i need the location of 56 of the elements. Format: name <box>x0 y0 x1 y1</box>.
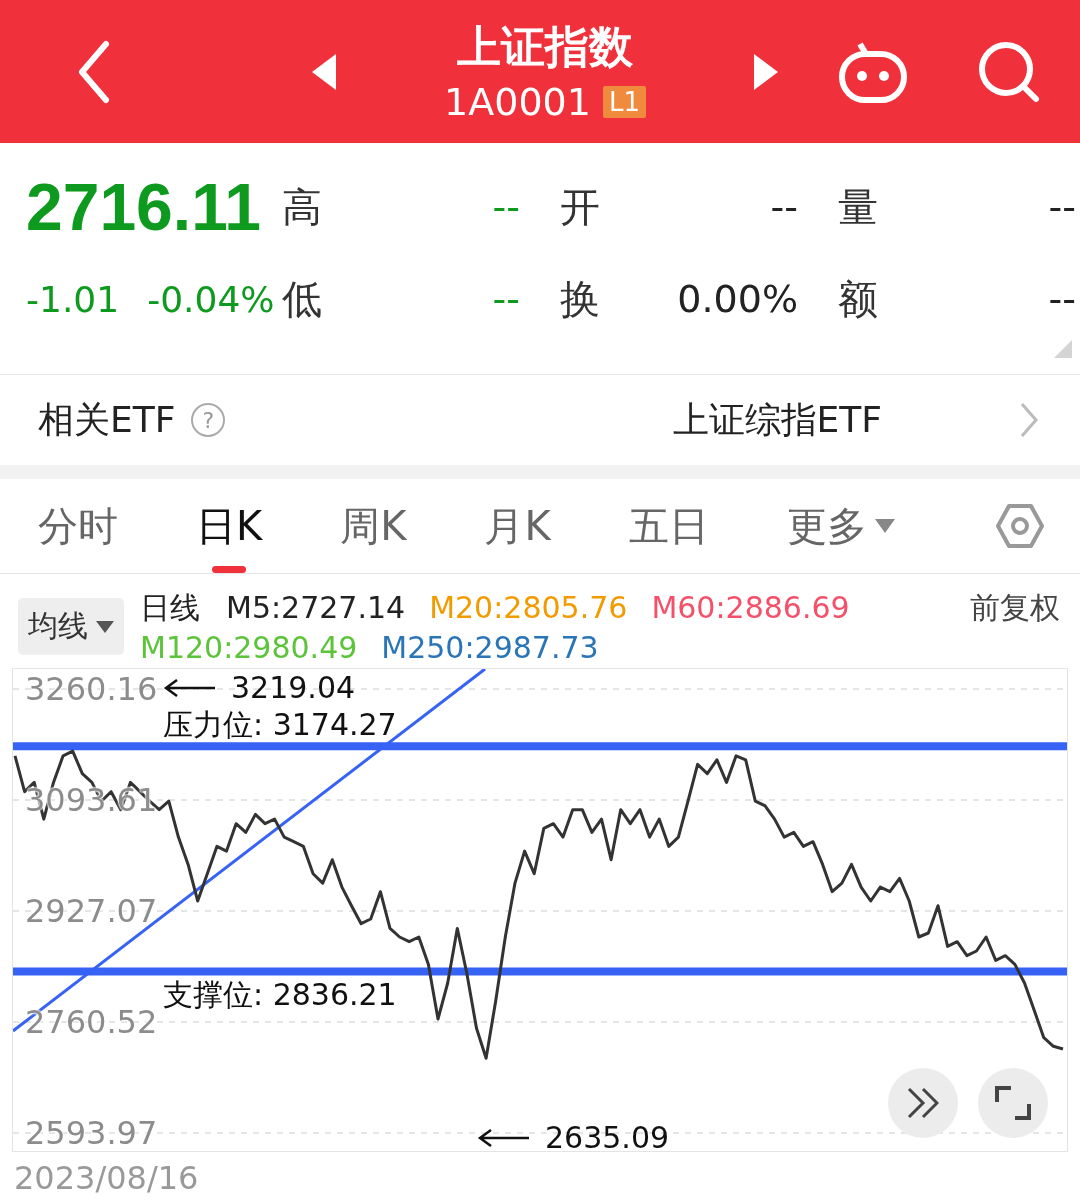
stat-label: 换 <box>560 274 600 324</box>
level-badge: L1 <box>602 85 646 118</box>
stat-label: 量 <box>838 182 878 232</box>
moving-average-value: M250:2987.73 <box>381 629 599 667</box>
stat-value: 0.00% <box>676 277 799 321</box>
double-chevron-icon <box>907 1087 939 1119</box>
last-price: 2716.11 <box>26 169 261 246</box>
moving-average-value: M5:2727.14 <box>226 589 406 627</box>
index-code: 1A0001 <box>444 79 591 124</box>
selected-indicator <box>212 566 247 573</box>
stat-value: -- <box>491 277 521 321</box>
stat-value: -- <box>1047 185 1077 229</box>
resistance-label: 压力位: 3174.27 <box>163 708 397 743</box>
caret-icon <box>96 620 114 633</box>
support-label: 支撑位: 2836.21 <box>163 977 397 1012</box>
period-tab[interactable]: 日K <box>196 479 263 573</box>
related-etf-label: 相关ETF <box>38 397 176 442</box>
line-type-label: 日线 <box>140 589 200 627</box>
arrow-left-icon <box>163 679 217 697</box>
axis-label: 2927.07 <box>25 893 158 929</box>
start-date: 2023/08/16 <box>13 1158 200 1198</box>
axis-label: 3260.16 <box>25 671 158 707</box>
stat-label: 开 <box>560 182 600 232</box>
search-icon[interactable] <box>978 40 1040 103</box>
back-icon[interactable] <box>76 39 112 104</box>
etf-name[interactable]: 上证综指ETF <box>672 395 882 445</box>
axis-label: 2593.97 <box>25 1115 158 1151</box>
period-tab[interactable]: 更多 <box>786 479 895 573</box>
help-icon[interactable]: ? <box>191 403 226 437</box>
stat-label: 高 <box>282 182 322 232</box>
next-icon[interactable] <box>754 53 778 90</box>
period-tab[interactable]: 分时 <box>38 479 118 573</box>
period-tab[interactable]: 五日 <box>628 479 709 573</box>
moving-average-value: M120:2980.49 <box>140 629 358 667</box>
fullscreen-icon <box>995 1086 1031 1120</box>
period-tab[interactable]: 月K <box>484 479 551 573</box>
axis-label: 2760.52 <box>25 1004 158 1040</box>
settings-icon[interactable] <box>996 502 1044 550</box>
stat-label: 额 <box>838 274 878 324</box>
stat-value: -- <box>769 185 799 229</box>
stat-value: -- <box>491 185 521 229</box>
period-tab[interactable]: 周K <box>340 479 407 573</box>
price-change: -1.01 <box>26 278 120 320</box>
stat-label: 低 <box>282 274 322 324</box>
adjustment-label[interactable]: 前复权 <box>970 588 1060 628</box>
previous-icon[interactable] <box>312 53 336 90</box>
high-price-marker: 3219.04 <box>231 671 356 705</box>
robot-icon[interactable] <box>838 39 908 104</box>
moving-average-value: M20:2805.76 <box>429 589 628 627</box>
arrow-left-icon <box>477 1129 531 1147</box>
percent-change: -0.04% <box>147 278 275 320</box>
indicator-dropdown[interactable]: 均线 <box>18 598 124 655</box>
low-price-marker: 2635.09 <box>545 1121 670 1155</box>
stat-value: -- <box>1047 277 1077 321</box>
index-title: 上证指数 <box>457 19 633 74</box>
moving-average-value: M60:2886.69 <box>651 589 850 627</box>
